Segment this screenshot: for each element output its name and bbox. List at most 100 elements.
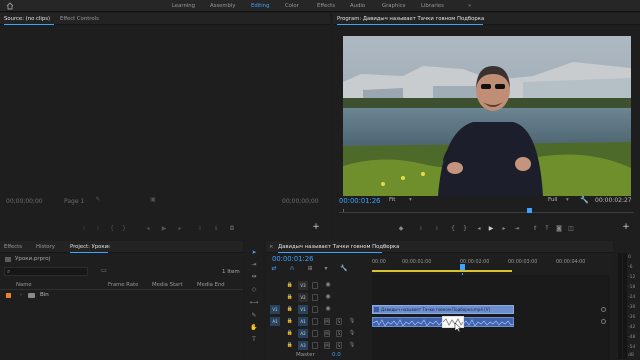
workspace-more-icon[interactable]: »: [468, 0, 471, 12]
marker-icon[interactable]: ◆: [397, 225, 405, 233]
razor-icon[interactable]: ◇: [249, 286, 259, 294]
mark-in-icon[interactable]: ⁞: [80, 225, 88, 233]
settings-icon[interactable]: 🔧: [580, 196, 590, 204]
mark-in-icon[interactable]: ⁞: [417, 225, 425, 233]
timeline-timecode[interactable]: 00:00:01:26: [272, 255, 313, 263]
lock-icon[interactable]: 🔒: [286, 305, 294, 313]
solo-button[interactable]: S: [336, 342, 342, 349]
step-forward-icon[interactable]: ▸: [176, 225, 184, 233]
track-select-icon[interactable]: ⇥: [249, 261, 259, 269]
lock-icon[interactable]: 🔒: [286, 317, 294, 325]
solo-button[interactable]: S: [336, 318, 342, 325]
vr-icon[interactable]: ◫: [567, 225, 575, 233]
track-label-v3[interactable]: V3: [298, 281, 308, 290]
playhead-handle[interactable]: [460, 264, 465, 270]
workspace-tab-color[interactable]: Color: [285, 0, 299, 12]
play-icon[interactable]: ▶: [160, 225, 168, 233]
program-timecode[interactable]: 00:00:01:26: [339, 197, 380, 205]
microphone-icon[interactable]: 🎙: [348, 329, 356, 337]
extract-icon[interactable]: ⤒: [543, 225, 551, 233]
col-media-start[interactable]: Media Start: [152, 282, 183, 288]
master-value[interactable]: 0.0: [332, 352, 341, 358]
lift-icon[interactable]: ⇑: [531, 225, 539, 233]
new-bin-icon[interactable]: ▭: [100, 267, 108, 275]
insert-icon[interactable]: ⇩: [196, 225, 204, 233]
video-clip[interactable]: Давидыч называет Тачки говном Подборка.m…: [372, 305, 514, 314]
track-label-a1[interactable]: A1: [298, 317, 308, 326]
mark-out-icon[interactable]: ⁞: [94, 225, 102, 233]
sync-lock-icon[interactable]: [312, 330, 318, 337]
col-name[interactable]: Name: [16, 282, 32, 288]
panel-menu-icon[interactable]: ≡: [384, 241, 388, 253]
sync-lock-icon[interactable]: [312, 306, 318, 313]
type-icon[interactable]: T: [249, 336, 259, 344]
track-label-a2[interactable]: A2: [298, 329, 308, 338]
hand-icon[interactable]: ✋: [249, 324, 259, 332]
playhead-marker[interactable]: [527, 208, 532, 213]
add-button-icon[interactable]: +: [621, 223, 631, 232]
workspace-tab-learning[interactable]: Learning: [172, 0, 195, 12]
pen-icon[interactable]: ✎: [249, 312, 259, 320]
sync-lock-icon[interactable]: [312, 342, 318, 349]
fit-dropdown[interactable]: Fit ▾: [389, 197, 415, 205]
sync-lock-icon[interactable]: [312, 282, 318, 289]
col-media-end[interactable]: Media End: [197, 282, 225, 288]
camera-icon[interactable]: ◙: [555, 225, 563, 233]
wrench-icon[interactable]: ✎: [94, 196, 102, 204]
slip-icon[interactable]: ⟷: [249, 299, 259, 307]
lock-icon[interactable]: 🔒: [286, 281, 294, 289]
eye-icon[interactable]: ◉: [324, 281, 332, 289]
go-in-icon[interactable]: {: [108, 225, 116, 233]
safe-margin-icon[interactable]: ▣: [149, 196, 157, 204]
overwrite-icon[interactable]: ⇓: [212, 225, 220, 233]
source-patch-v1[interactable]: V1: [270, 305, 280, 314]
add-marker-icon[interactable]: ▾: [322, 265, 330, 273]
workspace-tab-graphics[interactable]: Graphics: [382, 0, 405, 12]
expand-chevron-icon[interactable]: ›: [20, 292, 22, 298]
quality-dropdown[interactable]: Full ▾: [548, 197, 574, 205]
solo-button[interactable]: S: [336, 330, 342, 337]
go-end-icon[interactable]: ⇥: [513, 225, 521, 233]
tab-effects[interactable]: Effects: [4, 241, 22, 253]
track-label-a3[interactable]: A3: [298, 341, 308, 350]
vertical-scroll-handle[interactable]: [601, 319, 606, 324]
step-back-icon[interactable]: ◂: [475, 225, 483, 233]
microphone-icon[interactable]: 🎙: [348, 341, 356, 349]
track-label-v2[interactable]: V2: [298, 293, 308, 302]
linked-selection-icon[interactable]: ⊞: [306, 265, 314, 273]
nest-icon[interactable]: ⇄: [270, 265, 278, 273]
time-ruler[interactable]: 00:00 00:00:01:00 00:00:02:00 00:00:03:00 00…: [372, 259, 610, 273]
mute-button[interactable]: M: [324, 330, 330, 337]
sync-lock-icon[interactable]: [312, 318, 318, 325]
lock-icon[interactable]: 🔒: [286, 341, 294, 349]
source-page[interactable]: Page 1: [64, 198, 84, 205]
microphone-icon[interactable]: 🎙: [348, 317, 356, 325]
vertical-scroll-handle[interactable]: [601, 307, 606, 312]
work-area-bar[interactable]: [372, 270, 512, 272]
eye-icon[interactable]: ◉: [324, 305, 332, 313]
workspace-tab-editing[interactable]: Editing: [251, 0, 269, 12]
ripple-edit-icon[interactable]: ⇹: [249, 273, 259, 281]
go-out-icon[interactable]: }: [461, 225, 469, 233]
add-button-icon[interactable]: +: [311, 223, 321, 232]
workspace-tab-assembly[interactable]: Assembly: [210, 0, 236, 12]
lock-icon[interactable]: 🔒: [286, 293, 294, 301]
mute-button[interactable]: M: [324, 342, 330, 349]
workspace-tab-effects[interactable]: Effects: [317, 0, 335, 12]
lock-icon[interactable]: 🔒: [286, 329, 294, 337]
source-patch-a1[interactable]: A1: [270, 317, 280, 326]
panel-menu-icon[interactable]: ≡: [106, 241, 110, 253]
track-label-v1[interactable]: V1: [298, 305, 308, 314]
snap-icon[interactable]: ∩: [288, 265, 296, 273]
export-frame-icon[interactable]: ◘: [228, 225, 236, 233]
search-input[interactable]: ⌕: [4, 267, 88, 276]
close-icon[interactable]: ×: [269, 241, 273, 253]
wrench-icon[interactable]: 🔧: [340, 265, 348, 273]
sync-lock-icon[interactable]: [312, 294, 318, 301]
workspace-tab-libraries[interactable]: Libraries: [421, 0, 444, 12]
selection-tool-icon[interactable]: ➤: [249, 249, 259, 257]
mark-out-icon[interactable]: ⁞: [433, 225, 441, 233]
mute-button[interactable]: M: [324, 318, 330, 325]
tab-effect-controls[interactable]: Effect Controls: [60, 13, 99, 25]
step-back-icon[interactable]: ◂: [144, 225, 152, 233]
